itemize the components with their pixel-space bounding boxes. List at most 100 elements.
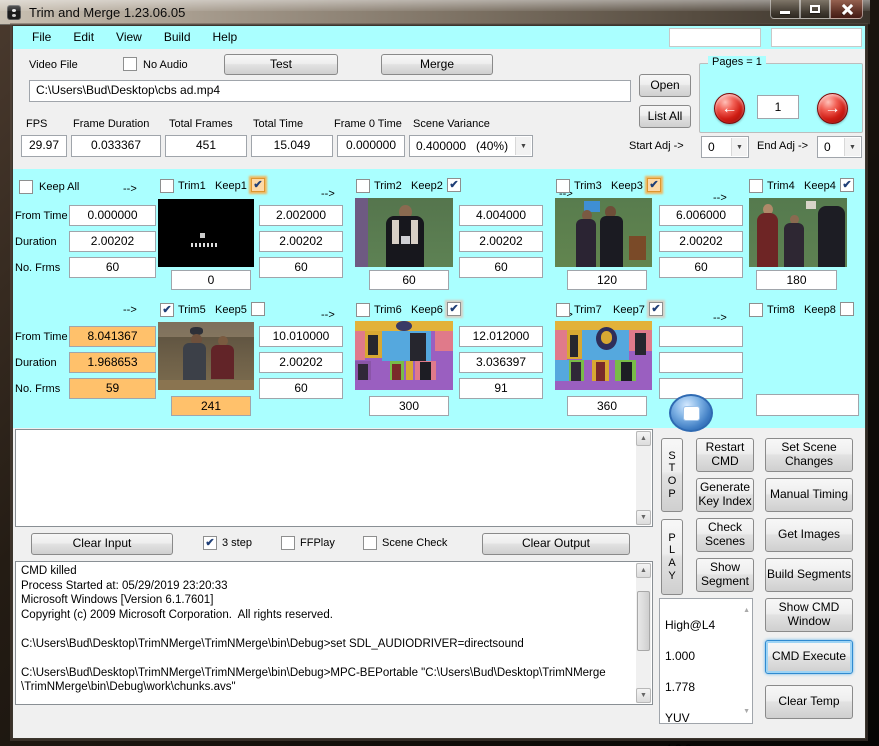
check-scenes-button[interactable]: Check Scenes xyxy=(696,518,754,552)
trim3-thumbnail[interactable] xyxy=(555,198,652,267)
next-page-button[interactable]: → xyxy=(817,93,848,124)
trim5-duration-field[interactable]: 1.968653 xyxy=(69,352,156,373)
scroll-up-icon[interactable]: ▲ xyxy=(636,563,651,578)
build-segments-button[interactable]: Build Segments xyxy=(765,558,853,592)
trim1-frames-field[interactable]: 60 xyxy=(69,257,156,278)
total-time-field[interactable]: 15.049 xyxy=(251,135,333,157)
menu-view[interactable]: View xyxy=(105,26,153,49)
trim4-checkbox[interactable] xyxy=(749,179,763,193)
keep4-checkbox[interactable]: ✔ xyxy=(840,178,854,192)
trim8-checkbox[interactable] xyxy=(749,303,763,317)
page-number-input[interactable]: 1 xyxy=(757,95,799,119)
menu-edit[interactable]: Edit xyxy=(62,26,105,49)
keep1-checkbox[interactable]: ✔ xyxy=(251,178,265,192)
trim4-start-frame-field[interactable]: 180 xyxy=(756,270,837,290)
trim7-start-frame-field[interactable]: 360 xyxy=(567,396,647,416)
trim4-duration-field[interactable]: 2.00202 xyxy=(659,231,743,252)
video-file-path-input[interactable]: C:\Users\Bud\Desktop\cbs ad.mp4 xyxy=(29,80,631,102)
fps-field[interactable]: 29.97 xyxy=(21,135,67,157)
scene-variance-dropdown[interactable]: 0.400000 (40%) ▼ xyxy=(409,135,533,157)
manual-timing-button[interactable]: Manual Timing xyxy=(765,478,853,512)
scroll-down-icon[interactable]: ▼ xyxy=(636,688,651,703)
no-audio-checkbox[interactable] xyxy=(123,57,137,71)
trim6-duration-field[interactable]: 2.00202 xyxy=(259,352,343,373)
keep3-checkbox[interactable]: ✔ xyxy=(647,178,661,192)
trim5-checkbox[interactable]: ✔ xyxy=(160,303,174,317)
stop-button[interactable]: S T O P xyxy=(661,438,683,512)
trim3-frames-field[interactable]: 60 xyxy=(459,257,543,278)
three-step-checkbox[interactable]: ✔ xyxy=(203,536,217,550)
scroll-down-icon[interactable]: ▼ xyxy=(636,510,651,525)
frame-duration-field[interactable]: 0.033367 xyxy=(71,135,161,157)
get-images-button[interactable]: Get Images xyxy=(765,518,853,552)
trim7-frames-field[interactable]: 91 xyxy=(459,378,543,399)
menu-field-1[interactable] xyxy=(669,28,761,47)
trim2-frames-field[interactable]: 60 xyxy=(259,257,343,278)
trim3-from-time-field[interactable]: 4.004000 xyxy=(459,205,543,226)
menu-help[interactable]: Help xyxy=(202,26,249,49)
trim7-thumbnail[interactable] xyxy=(555,321,652,390)
open-button[interactable]: Open xyxy=(639,74,691,97)
scroll-up-icon[interactable]: ▲ xyxy=(743,603,750,619)
menu-field-2[interactable] xyxy=(771,28,862,47)
output-scrollbar[interactable]: ▲ ▼ xyxy=(636,563,651,703)
set-scene-changes-button[interactable]: Set Scene Changes xyxy=(765,438,853,472)
end-adj-dropdown[interactable]: 0 ▼ xyxy=(817,136,862,158)
trim4-from-time-field[interactable]: 6.006000 xyxy=(659,205,743,226)
merge-button[interactable]: Merge xyxy=(381,54,493,75)
media-info-list[interactable]: High@L4 1.000 1.778 YUV 4:2:0 750k ▲ ▼ xyxy=(659,598,753,746)
trim4-frames-field[interactable]: 60 xyxy=(659,257,743,278)
trim6-from-time-field[interactable]: 10.010000 xyxy=(259,326,343,347)
trim2-start-frame-field[interactable]: 60 xyxy=(369,270,449,290)
previous-page-button[interactable]: ← xyxy=(714,93,745,124)
play-button[interactable]: P L A Y xyxy=(661,519,683,595)
restart-cmd-button[interactable]: Restart CMD xyxy=(696,438,754,472)
chevron-down-icon[interactable]: ▼ xyxy=(515,137,531,155)
trim5-start-frame-field[interactable]: 241 xyxy=(171,396,251,416)
scrollbar-thumb[interactable] xyxy=(637,591,650,651)
show-cmd-window-button[interactable]: Show CMD Window xyxy=(765,598,853,632)
trim3-start-frame-field[interactable]: 120 xyxy=(567,270,647,290)
trim3-checkbox[interactable] xyxy=(556,179,570,193)
clear-temp-button[interactable]: Clear Temp xyxy=(765,685,853,719)
test-button[interactable]: Test xyxy=(224,54,338,75)
close-button[interactable] xyxy=(830,0,863,19)
chevron-down-icon[interactable]: ▼ xyxy=(844,138,860,156)
chevron-down-icon[interactable]: ▼ xyxy=(731,138,747,156)
trim1-start-frame-field[interactable]: 0 xyxy=(171,270,251,290)
trim3-duration-field[interactable]: 2.00202 xyxy=(459,231,543,252)
cmd-execute-button[interactable]: CMD Execute xyxy=(765,640,853,674)
start-adj-dropdown[interactable]: 0 ▼ xyxy=(701,136,749,158)
trim5-from-time-field[interactable]: 8.041367 xyxy=(69,326,156,347)
menu-build[interactable]: Build xyxy=(153,26,202,49)
trim1-thumbnail[interactable] xyxy=(158,199,254,267)
trim7-duration-field[interactable]: 3.036397 xyxy=(459,352,543,373)
trim6-thumbnail[interactable] xyxy=(355,321,453,390)
maximize-button[interactable] xyxy=(800,0,830,19)
keep5-checkbox[interactable] xyxy=(251,302,265,316)
total-frames-field[interactable]: 451 xyxy=(165,135,247,157)
show-segment-button[interactable]: Show Segment xyxy=(696,558,754,592)
menu-file[interactable]: File xyxy=(21,26,62,49)
generate-key-index-button[interactable]: Generate Key Index xyxy=(696,478,754,512)
trim6-checkbox[interactable] xyxy=(356,303,370,317)
input-console[interactable]: ▲ ▼ xyxy=(15,429,653,527)
trim2-from-time-field[interactable]: 2.002000 xyxy=(259,205,343,226)
trim1-from-time-field[interactable]: 0.000000 xyxy=(69,205,156,226)
output-console[interactable]: CMD killed Process Started at: 05/29/201… xyxy=(15,561,653,705)
keep6-checkbox[interactable]: ✔ xyxy=(447,302,461,316)
scroll-up-icon[interactable]: ▲ xyxy=(636,431,651,446)
trim6-start-frame-field[interactable]: 300 xyxy=(369,396,449,416)
trim8-duration-field[interactable] xyxy=(659,352,743,373)
trim2-checkbox[interactable] xyxy=(356,179,370,193)
frame0-time-field[interactable]: 0.000000 xyxy=(337,135,405,157)
input-scrollbar[interactable]: ▲ ▼ xyxy=(636,431,651,525)
scroll-down-icon[interactable]: ▼ xyxy=(743,704,750,720)
ffplay-checkbox[interactable] xyxy=(281,536,295,550)
keep2-checkbox[interactable]: ✔ xyxy=(447,178,461,192)
minimize-button[interactable] xyxy=(770,0,800,19)
trim1-checkbox[interactable] xyxy=(160,179,174,193)
trim7-checkbox[interactable] xyxy=(556,303,570,317)
scene-check-checkbox[interactable] xyxy=(363,536,377,550)
trim8-from-time-field[interactable] xyxy=(659,326,743,347)
